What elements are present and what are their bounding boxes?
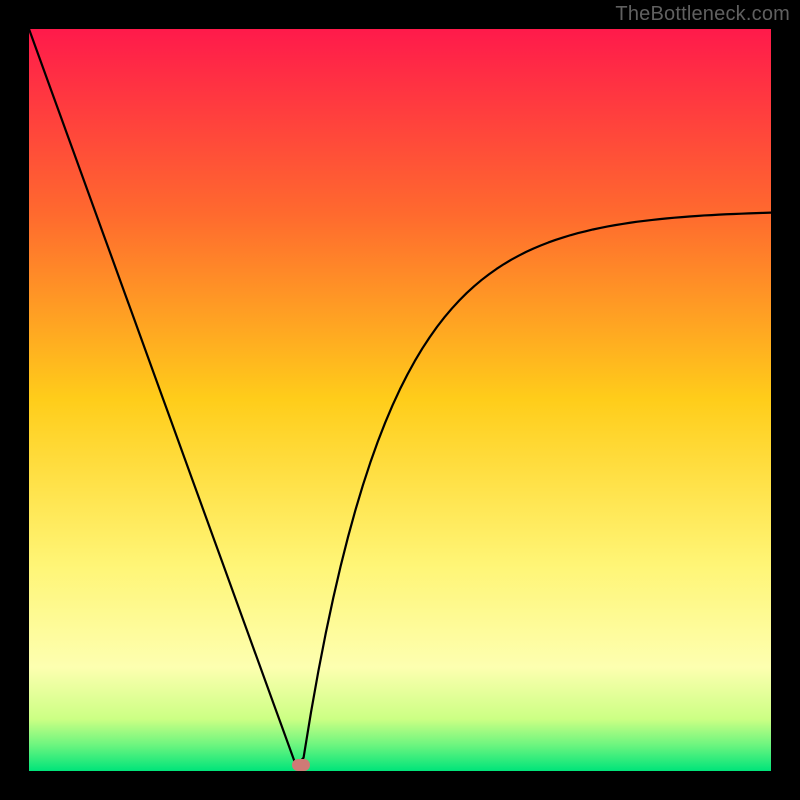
minimum-marker <box>292 759 310 771</box>
chart-frame: TheBottleneck.com <box>0 0 800 800</box>
watermark-text: TheBottleneck.com <box>615 3 790 26</box>
bottleneck-curve <box>29 29 771 771</box>
plot-area <box>29 29 771 771</box>
